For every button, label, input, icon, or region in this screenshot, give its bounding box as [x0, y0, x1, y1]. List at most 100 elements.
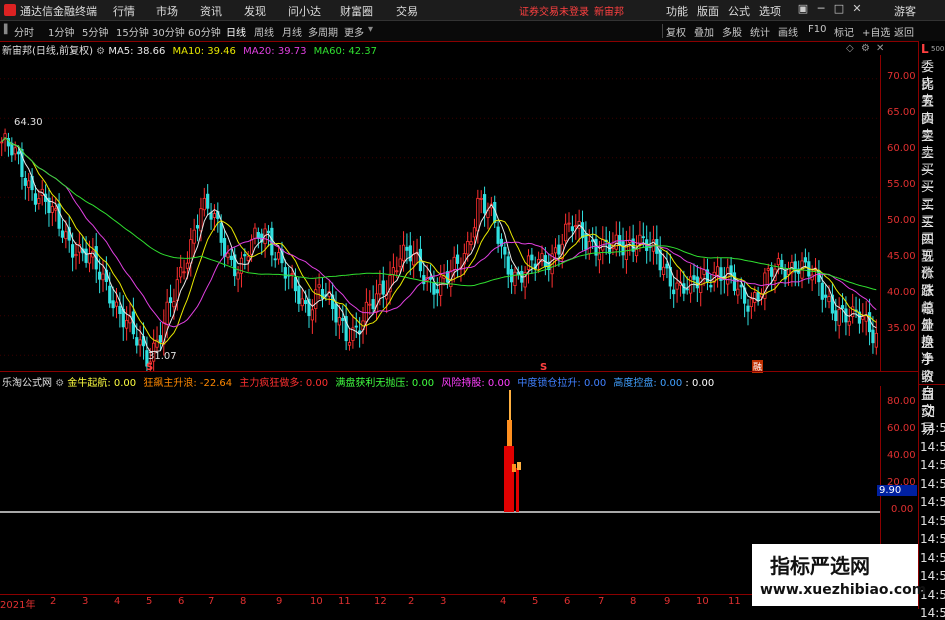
chart-expand-icon[interactable]: ◇ — [846, 43, 854, 54]
menu-news[interactable]: 资讯 — [200, 3, 222, 19]
indicator-tick: 0.00 — [891, 504, 914, 515]
date-tick: 10 — [310, 596, 323, 607]
candle-body — [222, 238, 227, 257]
tab-daily[interactable]: 日线 — [226, 24, 246, 39]
kline-chart[interactable] — [0, 55, 918, 371]
chart-close-icon[interactable]: ✕ — [876, 43, 884, 54]
candle-body — [111, 300, 115, 309]
candle-body — [84, 248, 88, 263]
btn-add-watchlist[interactable]: +自选 — [862, 24, 890, 39]
chart-settings-icon[interactable]: ⚙ — [861, 43, 870, 54]
candle-body — [732, 272, 737, 291]
menu-formula[interactable]: 公式 — [728, 3, 750, 19]
tab-monthly[interactable]: 月线 — [282, 24, 302, 39]
menu-quotes[interactable]: 行情 — [113, 3, 135, 19]
indicator-chart[interactable] — [0, 386, 880, 594]
price-tick: 70.00 — [887, 71, 916, 82]
menu-options[interactable]: 选项 — [759, 3, 781, 19]
candle-body — [168, 297, 173, 304]
candle-body — [290, 273, 294, 275]
login-warning[interactable]: 证券交易未登录 — [519, 3, 589, 18]
candle-body — [314, 289, 318, 309]
btn-multi-stock[interactable]: 多股 — [722, 24, 742, 39]
price-tick: 45.00 — [887, 251, 916, 262]
watermark-title: 指标严选网 — [770, 554, 870, 578]
candle-body — [182, 271, 186, 274]
candle-body — [412, 254, 416, 266]
candle-body — [199, 208, 203, 232]
tab-more[interactable]: 更多 — [344, 24, 364, 39]
candle-body — [466, 241, 470, 255]
tab-weekly[interactable]: 周线 — [254, 24, 274, 39]
candle-body — [567, 222, 571, 225]
btn-adjust[interactable]: 复权 — [666, 24, 686, 39]
minimize-icon[interactable]: ─ — [814, 2, 828, 16]
candle-body — [138, 339, 142, 346]
candle-body — [226, 252, 230, 258]
candle-body — [455, 254, 460, 264]
candle-body — [293, 277, 298, 292]
tab-60min[interactable]: 60分钟 — [188, 24, 221, 39]
menu-function[interactable]: 功能 — [666, 3, 688, 19]
candle-body — [597, 253, 602, 261]
candle-body — [253, 227, 257, 239]
more-chevron-icon[interactable]: ▾ — [368, 24, 373, 35]
close-icon[interactable]: ✕ — [850, 2, 864, 16]
maximize-icon[interactable]: □ — [832, 2, 846, 16]
indicator-bar — [507, 420, 512, 446]
tab-1min[interactable]: 1分钟 — [48, 24, 74, 39]
candle-body — [114, 301, 119, 307]
btn-mark[interactable]: 标记 — [834, 24, 854, 39]
candle-body — [212, 213, 217, 218]
date-tick: 8 — [240, 596, 247, 607]
high-price-label: 64.30 — [14, 117, 43, 128]
candle-body — [506, 256, 510, 275]
candle-body — [847, 320, 851, 326]
candle-body — [118, 306, 122, 314]
date-tick: 8 — [630, 596, 637, 607]
candle-body — [87, 253, 92, 264]
candle-body — [834, 310, 838, 322]
tab-multi-period[interactable]: 多周期 — [308, 24, 338, 39]
skin-icon[interactable]: ▣ — [796, 2, 810, 16]
menu-market[interactable]: 市场 — [156, 3, 178, 19]
tab-timeshare[interactable]: 分时 — [14, 24, 34, 39]
candle-body — [276, 252, 281, 260]
tab-5min[interactable]: 5分钟 — [82, 24, 108, 39]
candle-body — [692, 275, 696, 280]
tick-time: 14:56 — [920, 606, 945, 620]
btn-back[interactable]: 返回 — [894, 24, 914, 39]
btn-stats[interactable]: 统计 — [750, 24, 770, 39]
candle-body — [273, 258, 277, 261]
indicator-tick: 60.00 — [887, 423, 916, 434]
date-tick: 3 — [82, 596, 89, 607]
btn-draw[interactable]: 画线 — [778, 24, 798, 39]
menu-ask[interactable]: 问小达 — [288, 3, 321, 19]
candle-body — [672, 289, 676, 295]
visitor-label[interactable]: 游客 — [894, 3, 916, 19]
btn-overlay[interactable]: 叠加 — [694, 24, 714, 39]
menu-layout[interactable]: 版面 — [697, 3, 719, 19]
menu-trade[interactable]: 交易 — [396, 3, 418, 19]
tab-30min[interactable]: 30分钟 — [152, 24, 185, 39]
candle-body — [54, 208, 58, 211]
candle-body — [209, 212, 213, 220]
watermark-box: 指标严选网 www.xuezhibiao.com — [752, 544, 926, 606]
candle-body — [482, 194, 487, 214]
candle-body — [195, 225, 200, 229]
date-tick: 7 — [208, 596, 215, 607]
candle-body — [256, 232, 260, 239]
candle-body — [405, 246, 409, 251]
menu-discover[interactable]: 发现 — [244, 3, 266, 19]
date-tick: 3 — [440, 596, 447, 607]
candle-body — [185, 262, 190, 269]
tab-15min[interactable]: 15分钟 — [116, 24, 149, 39]
menu-wealth-circle[interactable]: 财富圈 — [340, 3, 373, 19]
candle-body — [564, 223, 568, 242]
btn-f10[interactable]: F10 — [808, 24, 826, 35]
tick-time: 14:56 — [920, 550, 945, 565]
candle-body — [871, 329, 875, 344]
indicator-bar — [516, 468, 519, 512]
candle-body — [206, 193, 210, 209]
candle-body — [803, 257, 807, 263]
